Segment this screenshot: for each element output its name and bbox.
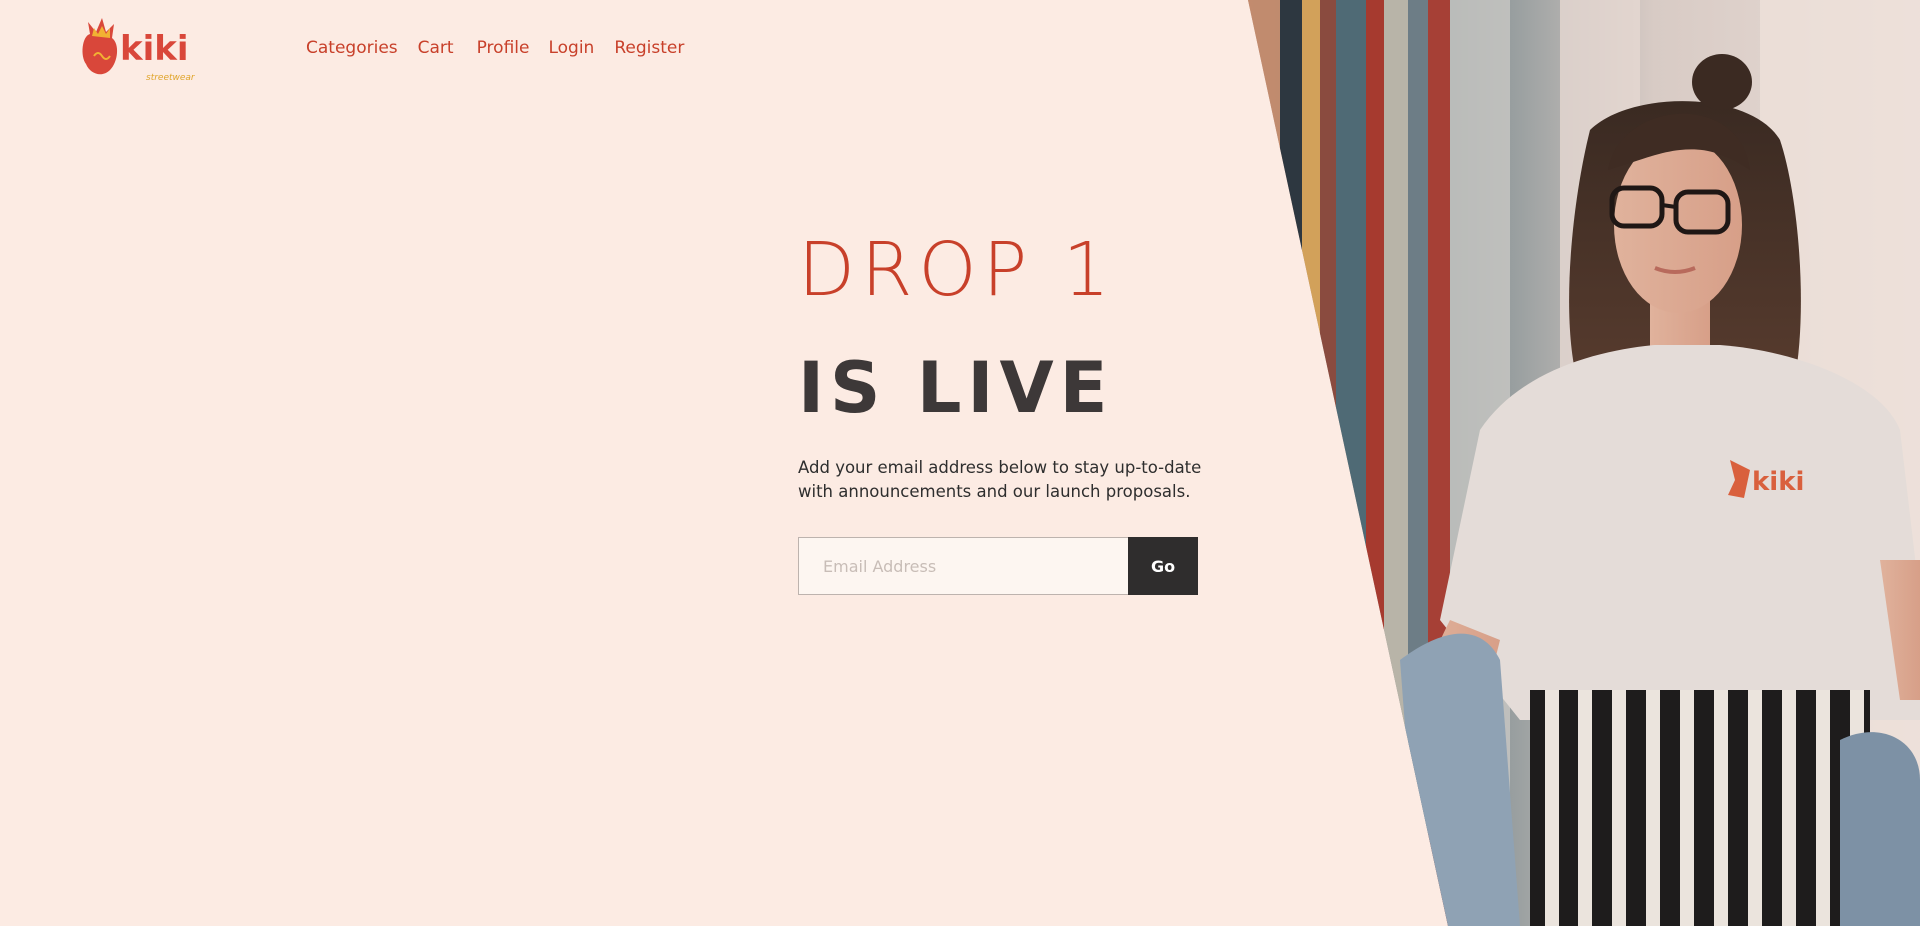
nav-link-profile[interactable]: Profile — [477, 38, 530, 58]
newsletter-form: Go — [798, 537, 1198, 595]
email-input[interactable] — [798, 537, 1128, 595]
nav-link-categories[interactable]: Categories — [306, 38, 398, 58]
hero-blurb: Add your email address below to stay up-… — [798, 458, 1202, 501]
go-button[interactable]: Go — [1128, 537, 1198, 595]
landing-page: kiki kiki streetwear Categories Cart Pro… — [0, 0, 1920, 926]
kiki-logo[interactable]: kiki streetwear — [76, 16, 196, 86]
hero-section: DROP 1 IS LIVE Add your email address be… — [798, 228, 1238, 595]
svg-text:kiki: kiki — [120, 29, 189, 69]
hero-headline-live: IS LIVE — [798, 347, 1114, 429]
nav-link-cart[interactable]: Cart — [418, 38, 454, 58]
svg-text:streetwear: streetwear — [146, 73, 196, 83]
nav-link-login[interactable]: Login — [548, 38, 594, 58]
main-nav: Categories Cart Profile Login Register — [306, 38, 704, 58]
nav-link-register[interactable]: Register — [614, 38, 684, 58]
hero-headline-drop: DROP 1 — [798, 227, 1116, 313]
svg-text:kiki: kiki — [1752, 467, 1804, 497]
